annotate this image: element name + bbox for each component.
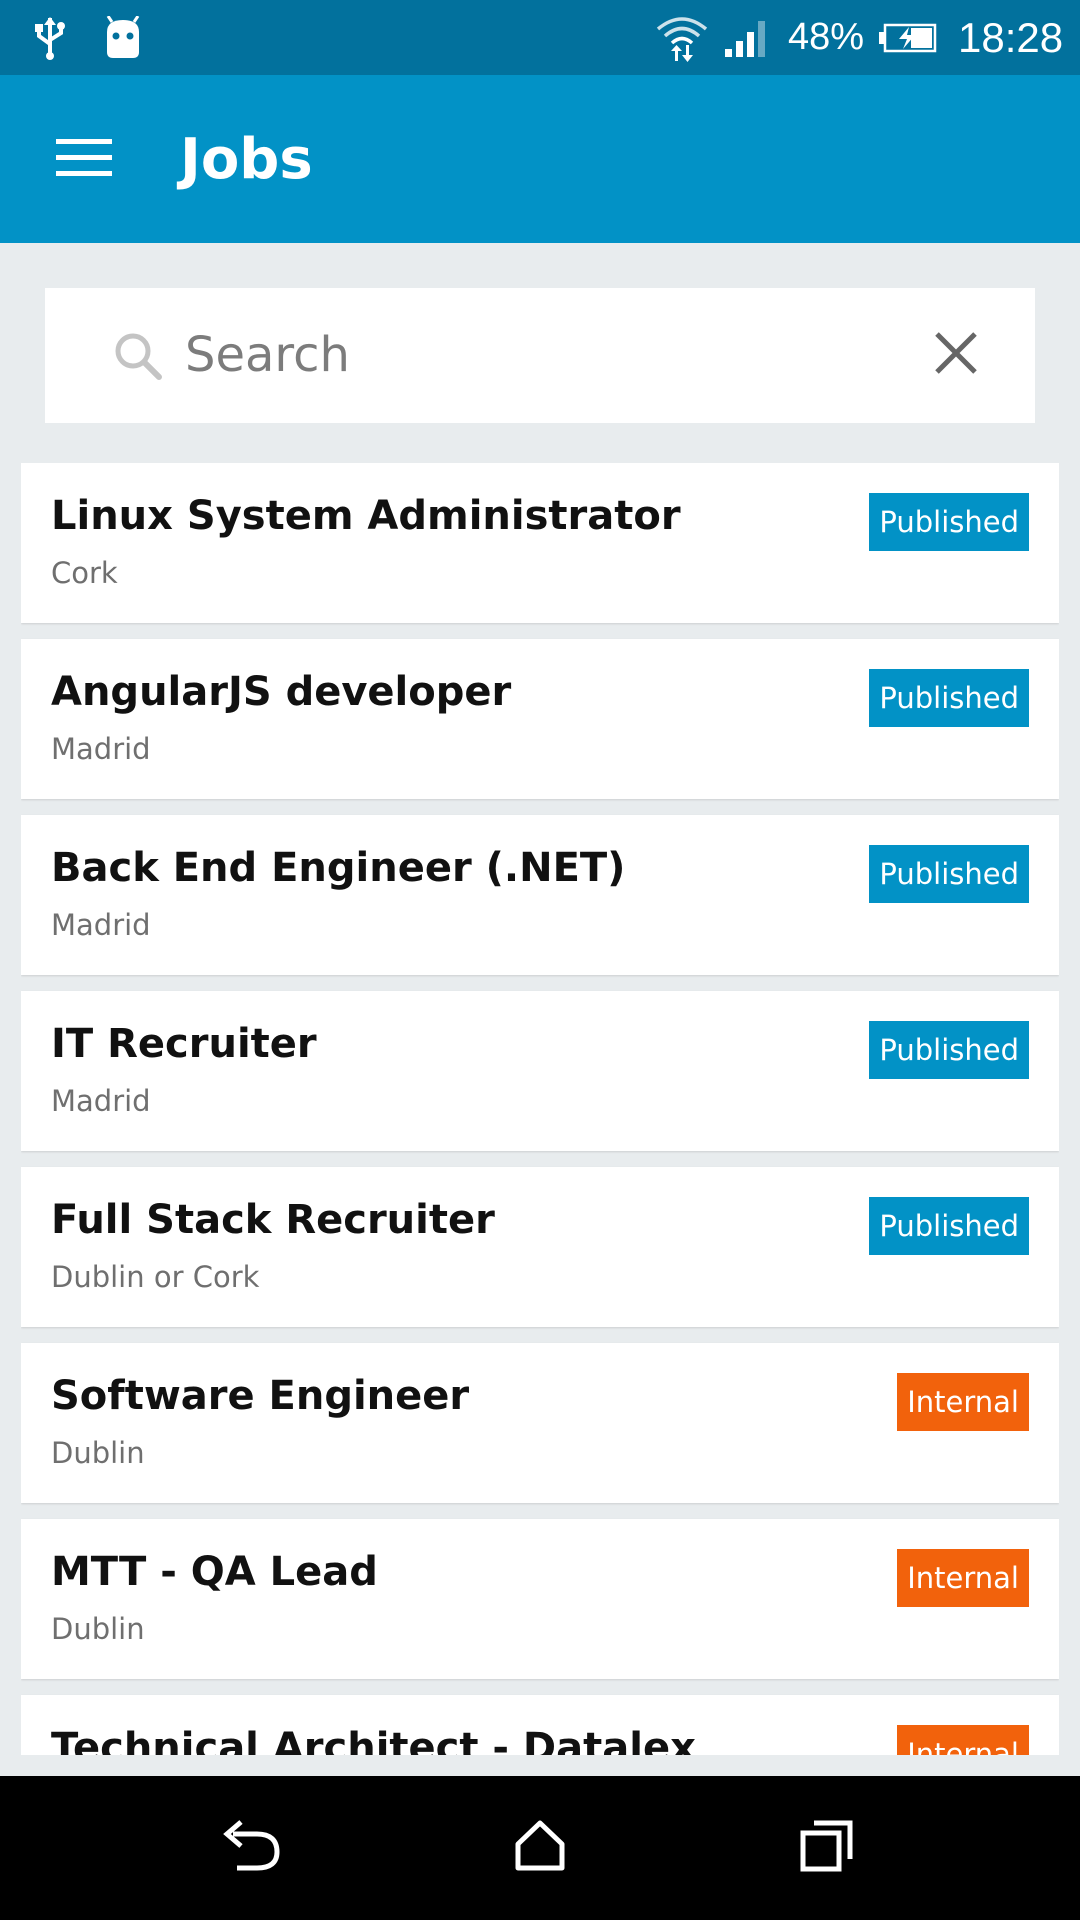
job-location: Dublin or Cork [51, 1260, 260, 1294]
job-list-item[interactable]: Technical Architect - Datalex Internal [21, 1695, 1059, 1755]
job-title: Back End Engineer (.NET) [51, 845, 626, 891]
status-badge: Internal [897, 1549, 1029, 1607]
job-location: Dublin [51, 1612, 145, 1646]
hamburger-menu-icon [56, 137, 112, 181]
job-list-item[interactable]: MTT - QA Lead Dublin Internal [21, 1519, 1059, 1679]
job-location: Madrid [51, 1084, 151, 1118]
job-title: Technical Architect - Datalex [51, 1725, 696, 1755]
job-list-item[interactable]: Software Engineer Dublin Internal [21, 1343, 1059, 1503]
job-title: AngularJS developer [51, 669, 512, 715]
job-title: Full Stack Recruiter [51, 1197, 495, 1243]
job-location: Cork [51, 556, 118, 590]
battery-charging-icon [878, 0, 938, 75]
job-title: MTT - QA Lead [51, 1549, 378, 1595]
job-location: Dublin [51, 1436, 145, 1470]
home-button[interactable] [490, 1798, 590, 1898]
clear-search-button[interactable] [911, 310, 1001, 400]
job-list-item[interactable]: AngularJS developer Madrid Published [21, 639, 1059, 799]
usb-icon [30, 0, 70, 75]
status-badge: Published [869, 493, 1029, 551]
clock: 18:28 [958, 13, 1064, 61]
recents-button[interactable] [777, 1798, 877, 1898]
search-input[interactable] [185, 310, 905, 400]
cell-signal-icon [722, 0, 774, 75]
menu-button[interactable] [34, 109, 134, 209]
status-badge: Published [869, 1021, 1029, 1079]
job-list-item[interactable]: Full Stack Recruiter Dublin or Cork Publ… [21, 1167, 1059, 1327]
back-icon [223, 1820, 283, 1876]
wifi-icon [654, 0, 710, 75]
job-list-item[interactable]: IT Recruiter Madrid Published [21, 991, 1059, 1151]
page-title: Jobs [180, 126, 313, 192]
status-badge: Internal [897, 1373, 1029, 1431]
job-list-item[interactable]: Back End Engineer (.NET) Madrid Publishe… [21, 815, 1059, 975]
job-title: Linux System Administrator [51, 493, 681, 539]
home-icon [514, 1820, 566, 1876]
job-title: IT Recruiter [51, 1021, 317, 1067]
status-bar: 48% 18:28 [0, 0, 1080, 75]
search-bar [45, 288, 1035, 423]
back-button[interactable] [203, 1798, 303, 1898]
close-icon [933, 330, 979, 380]
job-list-item[interactable]: Linux System Administrator Cork Publishe… [21, 463, 1059, 623]
battery-percent: 48% [788, 16, 865, 58]
app-bar: Jobs [0, 75, 1080, 243]
job-location: Madrid [51, 732, 151, 766]
job-title: Software Engineer [51, 1373, 470, 1419]
status-badge: Published [869, 1197, 1029, 1255]
android-debug-icon [100, 0, 146, 75]
status-badge: Internal [897, 1725, 1029, 1755]
navigation-bar [0, 1776, 1080, 1920]
status-badge: Published [869, 845, 1029, 903]
job-list: Linux System Administrator Cork Publishe… [21, 463, 1059, 1755]
search-icon [113, 288, 163, 423]
recents-icon [800, 1819, 854, 1877]
status-badge: Published [869, 669, 1029, 727]
job-location: Madrid [51, 908, 151, 942]
